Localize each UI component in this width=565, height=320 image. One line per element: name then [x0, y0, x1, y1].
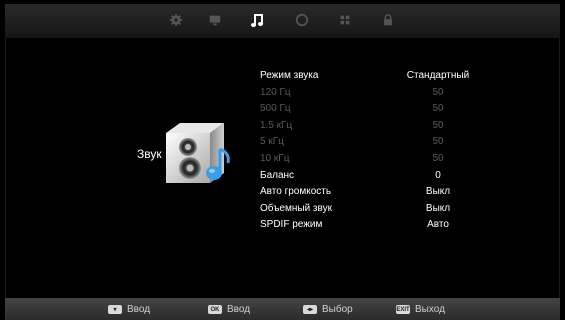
grid-icon — [340, 15, 350, 25]
setting-value: 50 — [432, 103, 444, 115]
setting-label: 5 кГц — [260, 136, 284, 148]
hint-exit: EXIT Выход — [396, 304, 445, 315]
tab-picture[interactable] — [207, 12, 223, 28]
hint-enter-down: ▾ Ввод — [108, 304, 150, 315]
setting-row[interactable]: Режим звука Стандартный — [260, 68, 510, 85]
setting-label: Авто громкость — [260, 186, 332, 198]
music-note-icon — [251, 14, 263, 27]
tab-time[interactable] — [294, 12, 310, 28]
hint-label: Ввод — [227, 304, 251, 315]
setting-row: 5 кГц 50 — [260, 134, 510, 151]
setting-label: Объемный звук — [260, 202, 332, 214]
tab-lock[interactable] — [380, 12, 396, 28]
ok-key-icon: OK — [208, 305, 222, 314]
setting-value: 50 — [432, 152, 444, 164]
left-right-key-icon: ◂▸ — [303, 305, 317, 314]
setting-label: 1.5 кГц — [260, 119, 293, 131]
tab-sound[interactable] — [249, 12, 265, 28]
setting-row: 120 Гц 50 — [260, 85, 510, 102]
lock-icon — [384, 14, 392, 26]
setting-row: 10 кГц 50 — [260, 151, 510, 168]
hint-select: ◂▸ Выбор — [303, 304, 353, 315]
section-title: Звук — [137, 147, 162, 161]
exit-key-icon: EXIT — [396, 305, 410, 314]
setting-row[interactable]: Авто громкость Выкл — [260, 184, 510, 201]
setting-value: Стандартный — [406, 70, 470, 81]
hint-bar: ▾ Ввод OK Ввод ◂▸ Выбор EXIT Выход — [5, 298, 560, 320]
setting-row[interactable]: SPDIF режим Авто — [260, 217, 510, 234]
hint-label: Ввод — [127, 304, 151, 315]
setting-value: 50 — [432, 86, 444, 98]
setting-label: Режим звука — [260, 70, 319, 81]
setting-row[interactable]: Объемный звук Выкл — [260, 201, 510, 218]
setting-label: 500 Гц — [260, 103, 291, 115]
setting-value: 0 — [435, 169, 441, 181]
setting-label: 120 Гц — [260, 86, 291, 98]
setting-value: Авто — [427, 219, 449, 231]
tab-settings[interactable] — [168, 12, 184, 28]
hint-label: Выбор — [322, 304, 353, 315]
clock-icon — [295, 13, 309, 27]
sound-settings-list: Режим звука Стандартный 120 Гц 50 500 Гц 50 1.… — [260, 68, 510, 234]
tab-options[interactable] — [337, 12, 353, 28]
monitor-icon — [209, 15, 221, 26]
setting-row: 1.5 кГц 50 — [260, 118, 510, 135]
hint-enter-ok: OK Ввод — [208, 304, 250, 315]
speaker-icon — [166, 123, 230, 183]
setting-value: Выкл — [425, 202, 451, 214]
menu-tab-bar — [5, 4, 560, 38]
setting-row: 500 Гц 50 — [260, 101, 510, 118]
setting-label: Баланс — [260, 169, 295, 181]
setting-label: 10 кГц — [260, 152, 290, 164]
setting-value: 50 — [432, 136, 444, 148]
setting-label: SPDIF режим — [260, 219, 323, 231]
setting-value: Выкл — [425, 186, 451, 198]
hint-label: Выход — [415, 304, 445, 315]
setting-row[interactable]: Баланс 0 — [260, 168, 510, 185]
down-arrow-key-icon: ▾ — [108, 305, 122, 314]
setting-value: 50 — [432, 119, 444, 131]
gear-icon — [169, 13, 183, 27]
